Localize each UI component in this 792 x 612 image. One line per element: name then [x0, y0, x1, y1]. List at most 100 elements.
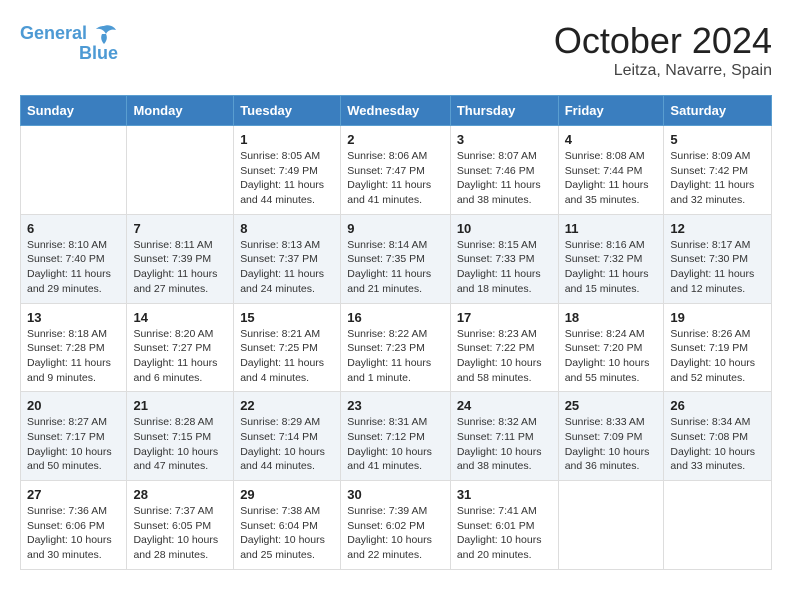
day-info: Sunrise: 8:13 AM Sunset: 7:37 PM Dayligh…	[240, 238, 334, 297]
calendar-cell	[127, 126, 234, 215]
header-row: SundayMondayTuesdayWednesdayThursdayFrid…	[21, 96, 772, 126]
day-number: 28	[133, 487, 227, 502]
day-number: 25	[565, 398, 658, 413]
calendar-cell: 12 Sunrise: 8:17 AM Sunset: 7:30 PM Dayli…	[664, 214, 772, 303]
calendar-cell: 28Sunrise: 7:37 AM Sunset: 6:05 PM Dayli…	[127, 481, 234, 570]
calendar-cell: 21Sunrise: 8:28 AM Sunset: 7:15 PM Dayli…	[127, 392, 234, 481]
column-header-tuesday: Tuesday	[234, 96, 341, 126]
logo-text: General	[20, 24, 87, 44]
day-info: Sunrise: 8:22 AM Sunset: 7:23 PM Dayligh…	[347, 327, 444, 386]
day-number: 7	[133, 221, 227, 236]
calendar-cell: 8 Sunrise: 8:13 AM Sunset: 7:37 PM Daylig…	[234, 214, 341, 303]
calendar-cell: 9Sunrise: 8:14 AM Sunset: 7:35 PM Daylig…	[341, 214, 451, 303]
day-number: 8	[240, 221, 334, 236]
column-header-saturday: Saturday	[664, 96, 772, 126]
week-row-4: 20 Sunrise: 8:27 AM Sunset: 7:17 PM Dayli…	[21, 392, 772, 481]
day-number: 16	[347, 310, 444, 325]
column-header-monday: Monday	[127, 96, 234, 126]
column-header-friday: Friday	[558, 96, 664, 126]
day-info: Sunrise: 8:33 AM Sunset: 7:09 PM Dayligh…	[565, 415, 658, 474]
day-info: Sunrise: 7:39 AM Sunset: 6:02 PM Dayligh…	[347, 504, 444, 563]
column-header-thursday: Thursday	[450, 96, 558, 126]
calendar-cell: 6Sunrise: 8:10 AM Sunset: 7:40 PM Daylig…	[21, 214, 127, 303]
day-info: Sunrise: 7:41 AM Sunset: 6:01 PM Dayligh…	[457, 504, 552, 563]
day-number: 21	[133, 398, 227, 413]
calendar-cell: 10Sunrise: 8:15 AM Sunset: 7:33 PM Dayli…	[450, 214, 558, 303]
day-number: 19	[670, 310, 765, 325]
day-info: Sunrise: 8:18 AM Sunset: 7:28 PM Dayligh…	[27, 327, 120, 386]
calendar-cell: 4Sunrise: 8:08 AM Sunset: 7:44 PM Daylig…	[558, 126, 664, 215]
day-number: 3	[457, 132, 552, 147]
day-info: Sunrise: 8:24 AM Sunset: 7:20 PM Dayligh…	[565, 327, 658, 386]
day-number: 27	[27, 487, 120, 502]
calendar-cell: 18Sunrise: 8:24 AM Sunset: 7:20 PM Dayli…	[558, 303, 664, 392]
day-number: 15	[240, 310, 334, 325]
calendar-cell: 20 Sunrise: 8:27 AM Sunset: 7:17 PM Dayli…	[21, 392, 127, 481]
calendar-cell: 3 Sunrise: 8:07 AM Sunset: 7:46 PM Daylig…	[450, 126, 558, 215]
calendar-cell: 7 Sunrise: 8:11 AM Sunset: 7:39 PM Daylig…	[127, 214, 234, 303]
day-number: 17	[457, 310, 552, 325]
day-number: 9	[347, 221, 444, 236]
day-number: 13	[27, 310, 120, 325]
day-number: 6	[27, 221, 120, 236]
calendar-cell: 1Sunrise: 8:05 AM Sunset: 7:49 PM Daylig…	[234, 126, 341, 215]
page-header: General Blue October 2024 Leitza, Navarr…	[20, 20, 772, 80]
calendar-cell: 26Sunrise: 8:34 AM Sunset: 7:08 PM Dayli…	[664, 392, 772, 481]
day-number: 1	[240, 132, 334, 147]
column-header-sunday: Sunday	[21, 96, 127, 126]
day-number: 2	[347, 132, 444, 147]
day-number: 5	[670, 132, 765, 147]
logo-blue-text: Blue	[79, 44, 118, 64]
day-info: Sunrise: 8:06 AM Sunset: 7:47 PM Dayligh…	[347, 149, 444, 208]
day-number: 4	[565, 132, 658, 147]
title-block: October 2024 Leitza, Navarre, Spain	[554, 20, 772, 80]
day-info: Sunrise: 8:27 AM Sunset: 7:17 PM Dayligh…	[27, 415, 120, 474]
day-info: Sunrise: 8:31 AM Sunset: 7:12 PM Dayligh…	[347, 415, 444, 474]
calendar-cell: 14 Sunrise: 8:20 AM Sunset: 7:27 PM Dayli…	[127, 303, 234, 392]
calendar-cell: 17 Sunrise: 8:23 AM Sunset: 7:22 PM Dayli…	[450, 303, 558, 392]
day-number: 20	[27, 398, 120, 413]
calendar-cell	[558, 481, 664, 570]
calendar-cell: 5 Sunrise: 8:09 AM Sunset: 7:42 PM Daylig…	[664, 126, 772, 215]
week-row-1: 1Sunrise: 8:05 AM Sunset: 7:49 PM Daylig…	[21, 126, 772, 215]
logo: General Blue	[20, 20, 118, 64]
day-number: 24	[457, 398, 552, 413]
location: Leitza, Navarre, Spain	[554, 62, 772, 80]
day-info: Sunrise: 8:23 AM Sunset: 7:22 PM Dayligh…	[457, 327, 552, 386]
calendar-cell: 30 Sunrise: 7:39 AM Sunset: 6:02 PM Dayli…	[341, 481, 451, 570]
day-number: 29	[240, 487, 334, 502]
day-info: Sunrise: 8:11 AM Sunset: 7:39 PM Dayligh…	[133, 238, 227, 297]
calendar-cell: 25 Sunrise: 8:33 AM Sunset: 7:09 PM Dayli…	[558, 392, 664, 481]
week-row-5: 27 Sunrise: 7:36 AM Sunset: 6:06 PM Dayli…	[21, 481, 772, 570]
calendar-cell: 19Sunrise: 8:26 AM Sunset: 7:19 PM Dayli…	[664, 303, 772, 392]
week-row-2: 6Sunrise: 8:10 AM Sunset: 7:40 PM Daylig…	[21, 214, 772, 303]
day-info: Sunrise: 7:36 AM Sunset: 6:06 PM Dayligh…	[27, 504, 120, 563]
day-info: Sunrise: 8:21 AM Sunset: 7:25 PM Dayligh…	[240, 327, 334, 386]
column-header-wednesday: Wednesday	[341, 96, 451, 126]
day-number: 22	[240, 398, 334, 413]
calendar-table: SundayMondayTuesdayWednesdayThursdayFrid…	[20, 95, 772, 570]
day-info: Sunrise: 8:15 AM Sunset: 7:33 PM Dayligh…	[457, 238, 552, 297]
calendar-cell: 27 Sunrise: 7:36 AM Sunset: 6:06 PM Dayli…	[21, 481, 127, 570]
calendar-cell: 11 Sunrise: 8:16 AM Sunset: 7:32 PM Dayli…	[558, 214, 664, 303]
day-info: Sunrise: 8:20 AM Sunset: 7:27 PM Dayligh…	[133, 327, 227, 386]
calendar-cell: 23Sunrise: 8:31 AM Sunset: 7:12 PM Dayli…	[341, 392, 451, 481]
day-info: Sunrise: 8:16 AM Sunset: 7:32 PM Dayligh…	[565, 238, 658, 297]
calendar-cell: 29 Sunrise: 7:38 AM Sunset: 6:04 PM Dayli…	[234, 481, 341, 570]
day-info: Sunrise: 8:32 AM Sunset: 7:11 PM Dayligh…	[457, 415, 552, 474]
day-info: Sunrise: 8:07 AM Sunset: 7:46 PM Dayligh…	[457, 149, 552, 208]
month-title: October 2024	[554, 20, 772, 62]
calendar-cell	[664, 481, 772, 570]
calendar-cell: 13 Sunrise: 8:18 AM Sunset: 7:28 PM Dayli…	[21, 303, 127, 392]
day-number: 11	[565, 221, 658, 236]
calendar-cell: 16 Sunrise: 8:22 AM Sunset: 7:23 PM Dayli…	[341, 303, 451, 392]
day-info: Sunrise: 8:17 AM Sunset: 7:30 PM Dayligh…	[670, 238, 765, 297]
week-row-3: 13 Sunrise: 8:18 AM Sunset: 7:28 PM Dayli…	[21, 303, 772, 392]
calendar-cell	[21, 126, 127, 215]
day-info: Sunrise: 8:29 AM Sunset: 7:14 PM Dayligh…	[240, 415, 334, 474]
day-number: 12	[670, 221, 765, 236]
day-number: 14	[133, 310, 227, 325]
day-info: Sunrise: 8:09 AM Sunset: 7:42 PM Dayligh…	[670, 149, 765, 208]
day-info: Sunrise: 7:38 AM Sunset: 6:04 PM Dayligh…	[240, 504, 334, 563]
day-number: 30	[347, 487, 444, 502]
